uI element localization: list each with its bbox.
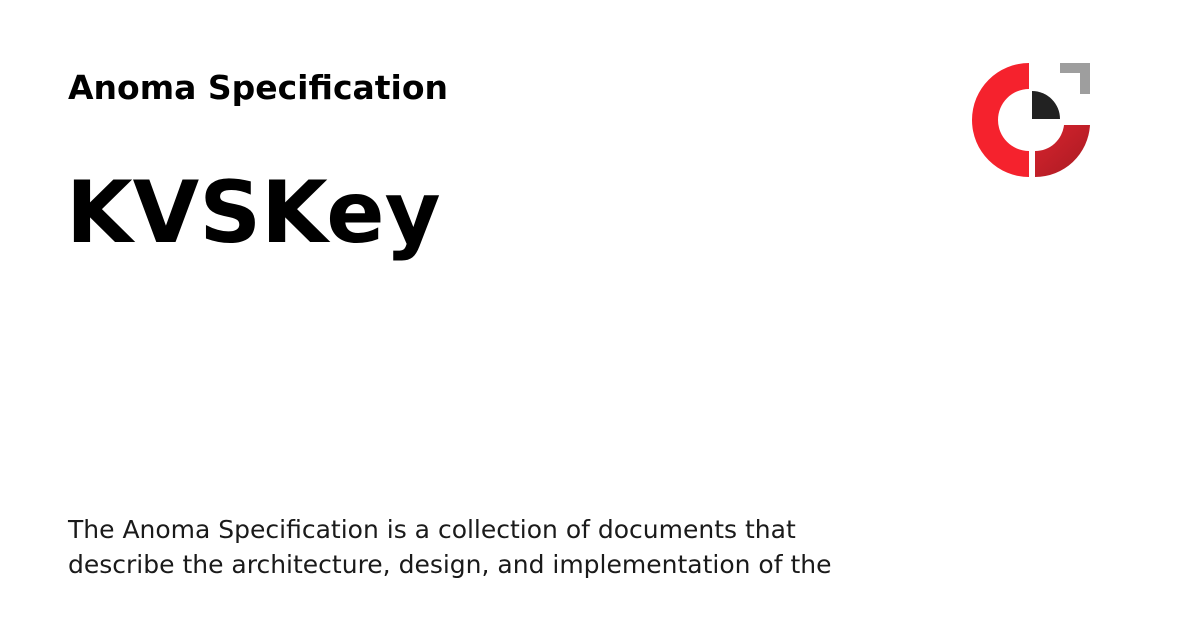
logo-red-left-arc bbox=[972, 63, 1029, 177]
logo-red-lower-arc bbox=[1035, 125, 1090, 178]
anoma-logo-icon bbox=[972, 60, 1094, 182]
page-title: KVSKey bbox=[66, 163, 441, 263]
logo-gray-corner bbox=[1060, 63, 1090, 94]
site-name: Anoma Specification bbox=[68, 68, 449, 107]
logo-inner-quarter bbox=[1032, 91, 1060, 119]
page-description: The Anoma Specification is a collection … bbox=[68, 515, 832, 579]
